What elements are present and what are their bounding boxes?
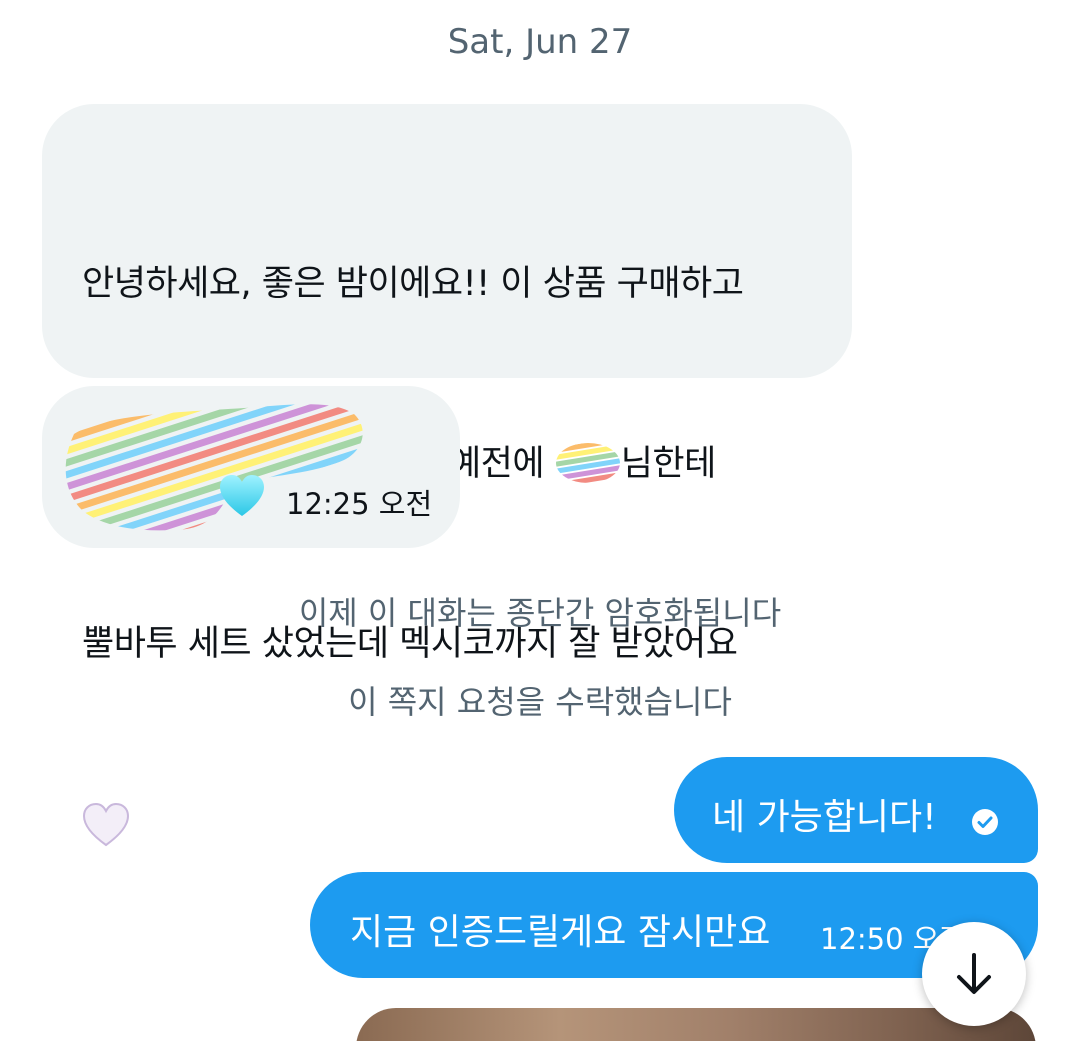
light-blue-heart-icon [220,475,264,516]
message-timestamp: 12:25 오전 [286,487,433,521]
image-attachment[interactable] [356,1008,1036,1041]
arrow-down-icon [957,953,991,994]
request-accepted-notice: 이 쪽지 요청을 수락했습니다 [348,683,732,721]
message-text: 지금 인증드릴게요 잠시만요 [350,912,771,953]
scroll-to-bottom-button[interactable] [922,922,1026,1026]
redacted-name [555,443,621,485]
read-check-icon [972,809,998,835]
message-line-part: 님한테 [620,444,717,484]
message-line: 안녕하세요, 좋은 밤이에요!! 이 상품 구매하고 [82,264,744,304]
date-header: Sat, Jun 27 [447,22,633,62]
incoming-message-bubble[interactable] [42,386,460,548]
outgoing-message-bubble[interactable]: 네 가능합니다! [674,757,1038,863]
encryption-notice: 이제 이 대화는 종단간 암호화됩니다 [298,594,782,632]
incoming-message-bubble[interactable]: 안녕하세요, 좋은 밤이에요!! 이 상품 구매하고 싶은데 아직 가능할까요?… [42,104,852,847]
message-text: 네 가능합니다! [712,797,937,838]
